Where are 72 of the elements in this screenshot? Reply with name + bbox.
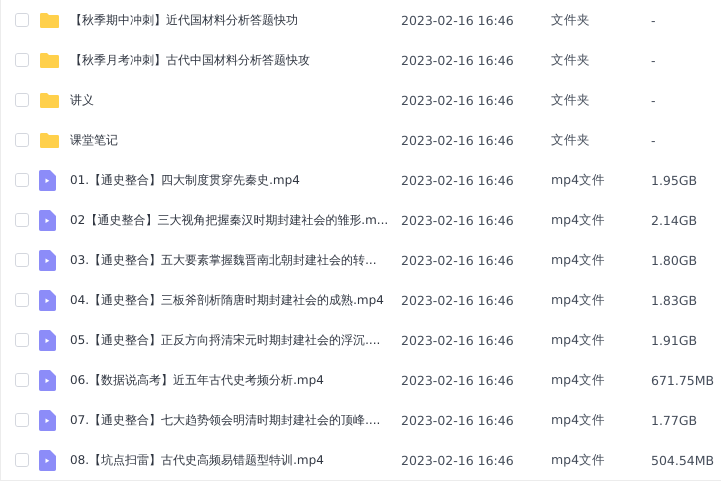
modified-time: 2023-02-16 16:46 bbox=[401, 172, 515, 188]
video-file-icon bbox=[39, 370, 56, 390]
file-name[interactable]: 06.【数据说高考】近五年古代史考频分析.mp4 bbox=[70, 372, 401, 388]
file-name[interactable]: 02【通史整合】三大视角把握秦汉时期封建社会的雏形.m... bbox=[70, 212, 401, 228]
checkbox[interactable] bbox=[15, 413, 29, 427]
video-file-icon bbox=[39, 170, 56, 190]
checkbox[interactable] bbox=[15, 133, 29, 147]
file-size: 1.83GB bbox=[651, 292, 698, 308]
file-size: 1.80GB bbox=[651, 252, 698, 268]
modified-time: 2023-02-16 16:46 bbox=[401, 292, 515, 308]
file-name[interactable]: 【秋季期中冲刺】近代国材料分析答题快功 bbox=[70, 12, 401, 28]
file-name[interactable]: 05.【通史整合】正反方向捋清宋元时期封建社会的浮沉.... bbox=[70, 332, 401, 348]
checkbox[interactable] bbox=[15, 13, 29, 27]
modified-time: 2023-02-16 16:46 bbox=[401, 412, 515, 428]
checkbox[interactable] bbox=[15, 453, 29, 467]
file-size: - bbox=[651, 52, 657, 68]
file-type: 文件夹 bbox=[551, 12, 591, 28]
file-size: 1.77GB bbox=[651, 412, 698, 428]
folder-icon bbox=[39, 92, 60, 108]
file-type: mp4文件 bbox=[551, 212, 606, 228]
video-file-icon bbox=[39, 410, 56, 430]
checkbox[interactable] bbox=[15, 333, 29, 347]
checkbox[interactable] bbox=[15, 93, 29, 107]
modified-time: 2023-02-16 16:46 bbox=[401, 452, 515, 468]
checkbox[interactable] bbox=[15, 213, 29, 227]
file-name[interactable]: 08.【坑点扫雷】古代史高频易错题型特训.mp4 bbox=[70, 452, 401, 468]
modified-time: 2023-02-16 16:46 bbox=[401, 132, 515, 148]
file-type: mp4文件 bbox=[551, 252, 606, 268]
file-type: mp4文件 bbox=[551, 292, 606, 308]
file-size: - bbox=[651, 92, 657, 108]
file-name[interactable]: 03.【通史整合】五大要素掌握魏晋南北朝封建社会的转... bbox=[70, 252, 401, 268]
file-name[interactable]: 【秋季月考冲刺】古代中国材料分析答题快攻 bbox=[70, 52, 401, 68]
folder-icon bbox=[39, 12, 60, 28]
file-type: mp4文件 bbox=[551, 372, 606, 388]
modified-time: 2023-02-16 16:46 bbox=[401, 92, 515, 108]
modified-time: 2023-02-16 16:46 bbox=[401, 212, 515, 228]
file-size: 504.54MB bbox=[651, 452, 716, 468]
file-type: mp4文件 bbox=[551, 412, 606, 428]
file-name[interactable]: 04.【通史整合】三板斧剖析隋唐时期封建社会的成熟.mp4 bbox=[70, 292, 401, 308]
modified-time: 2023-02-16 16:46 bbox=[401, 12, 515, 28]
file-name[interactable]: 讲义 bbox=[70, 92, 401, 108]
folder-icon bbox=[39, 52, 60, 68]
modified-time: 2023-02-16 16:46 bbox=[401, 372, 515, 388]
file-type: mp4文件 bbox=[551, 332, 606, 348]
checkbox[interactable] bbox=[15, 373, 29, 387]
file-name[interactable]: 01.【通史整合】四大制度贯穿先秦史.mp4 bbox=[70, 172, 401, 188]
file-size: - bbox=[651, 12, 657, 28]
modified-time: 2023-02-16 16:46 bbox=[401, 252, 515, 268]
modified-time: 2023-02-16 16:46 bbox=[401, 332, 515, 348]
file-size: 671.75MB bbox=[651, 372, 716, 388]
file-type: mp4文件 bbox=[551, 172, 606, 188]
file-name[interactable]: 07.【通史整合】七大趋势领会明清时期封建社会的顶峰.... bbox=[70, 412, 401, 428]
file-type: 文件夹 bbox=[551, 92, 591, 108]
file-type: mp4文件 bbox=[551, 452, 606, 468]
video-file-icon bbox=[39, 290, 56, 310]
modified-time: 2023-02-16 16:46 bbox=[401, 52, 515, 68]
checkbox[interactable] bbox=[15, 173, 29, 187]
file-name[interactable]: 课堂笔记 bbox=[70, 132, 401, 148]
folder-icon bbox=[39, 132, 60, 148]
file-size: - bbox=[651, 132, 657, 148]
video-file-icon bbox=[39, 330, 56, 350]
checkbox[interactable] bbox=[15, 253, 29, 267]
video-file-icon bbox=[39, 210, 56, 230]
video-file-icon bbox=[39, 450, 56, 470]
video-file-icon bbox=[39, 250, 56, 270]
file-type: 文件夹 bbox=[551, 52, 591, 68]
checkbox[interactable] bbox=[15, 293, 29, 307]
file-type: 文件夹 bbox=[551, 132, 591, 148]
checkbox[interactable] bbox=[15, 53, 29, 67]
file-size: 1.95GB bbox=[651, 172, 698, 188]
file-size: 1.91GB bbox=[651, 332, 698, 348]
file-size: 2.14GB bbox=[651, 212, 698, 228]
